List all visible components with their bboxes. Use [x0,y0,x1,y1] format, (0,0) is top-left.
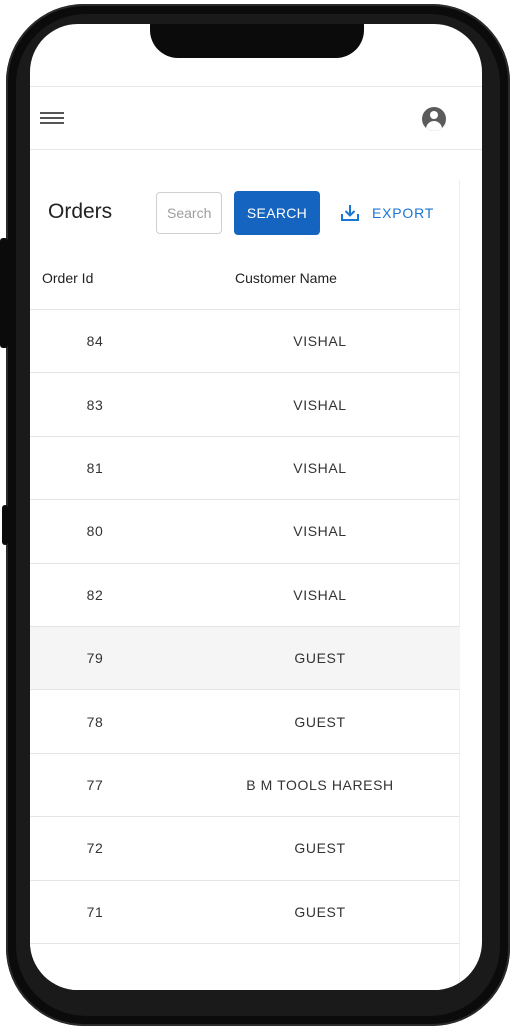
order-id-cell: 77 [86,776,104,793]
column-header-order-id: Order Id [42,270,94,286]
orders-table-body: 84 VISHAL 83 VISHAL 81 VISHAL 80 VISHAL … [30,310,460,944]
table-row[interactable]: 82 VISHAL [30,564,460,627]
order-id-cell: 71 [86,903,104,920]
table-row[interactable]: 81 VISHAL [30,437,460,501]
customer-name-cell: VISHAL [293,586,347,603]
order-id-cell: 83 [86,396,104,413]
app-bar [30,86,482,150]
side-button [2,505,8,545]
account-circle-icon[interactable] [422,107,446,131]
order-id-cell: 78 [86,713,104,730]
customer-name-cell: VISHAL [293,459,347,476]
search-button[interactable]: SEARCH [234,191,320,235]
order-id-cell: 72 [86,840,104,857]
table-header: Order Id Customer Name [30,248,460,310]
customer-name-cell: VISHAL [293,333,347,350]
order-id-cell: 81 [86,459,104,476]
table-row[interactable]: 79 GUEST [30,626,460,691]
orders-card: Orders SEARCH EXPORT Order Id Customer N… [30,180,460,990]
customer-name-cell: GUEST [294,903,346,920]
table-row[interactable]: 72 GUEST [30,817,460,881]
table-row[interactable]: 84 VISHAL [30,310,460,374]
page-title: Orders [48,200,113,223]
export-label: EXPORT [372,205,435,221]
customer-name-cell: VISHAL [293,396,347,413]
volume-button [0,238,8,348]
phone-notch [150,24,364,58]
table-row[interactable]: 78 GUEST [30,690,460,754]
table-row[interactable]: 83 VISHAL [30,373,460,437]
order-id-cell: 84 [86,333,104,350]
export-button[interactable]: EXPORT [336,191,438,235]
search-input[interactable] [156,192,222,234]
orders-toolbar: Orders SEARCH EXPORT [30,180,460,248]
order-id-cell: 82 [86,586,104,603]
menu-icon[interactable] [40,109,64,129]
order-id-cell: 80 [86,523,104,540]
download-icon [341,205,359,221]
customer-name-cell: GUEST [294,650,346,667]
customer-name-cell: GUEST [294,840,346,857]
order-id-cell: 79 [86,650,104,667]
customer-name-cell: B M TOOLS HARESH [246,776,394,793]
table-row[interactable]: 80 VISHAL [30,500,460,564]
customer-name-cell: GUEST [294,713,346,730]
table-row[interactable]: 71 GUEST [30,881,460,944]
customer-name-cell: VISHAL [293,523,347,540]
phone-screen: Orders SEARCH EXPORT Order Id Customer N… [30,24,482,990]
table-row[interactable]: 77 B M TOOLS HARESH [30,754,460,818]
column-header-customer-name: Customer Name [235,270,337,286]
